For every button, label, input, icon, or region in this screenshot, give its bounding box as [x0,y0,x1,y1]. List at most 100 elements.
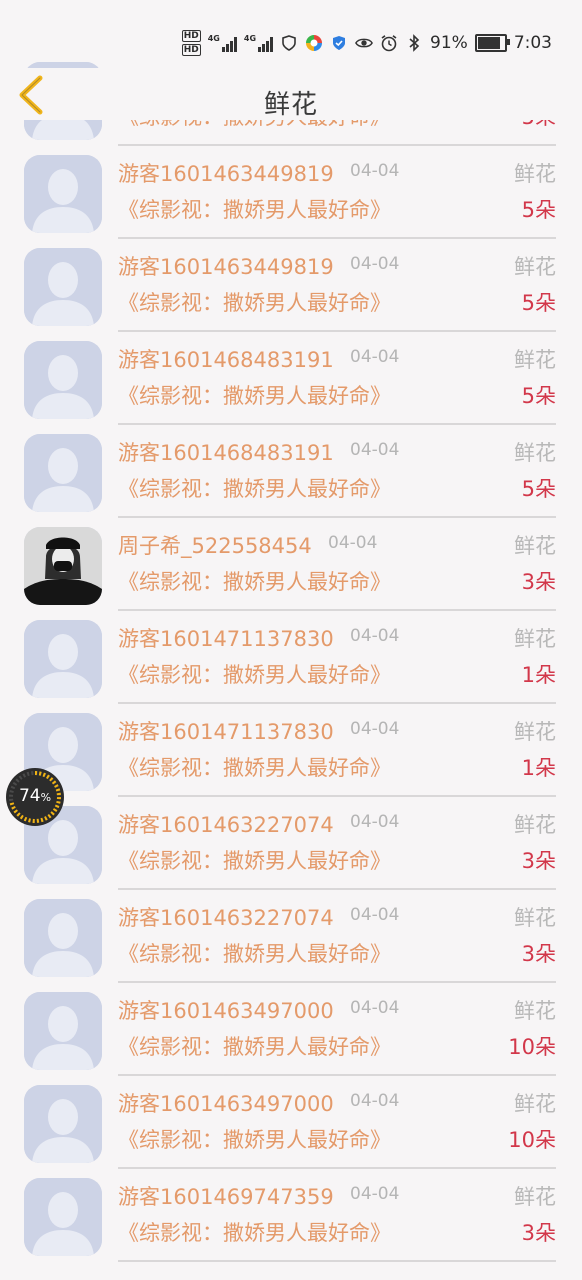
divider [118,1260,556,1262]
list-item[interactable]: 游客1601463227074 04-04 鲜花 《综影视：撒娇男人最好命》 3朵 [0,890,582,983]
gift-amount: 1朵 [521,756,556,780]
gift-type: 鲜花 [514,1092,556,1116]
book-title: 《综影视：撒娇男人最好命》 [118,198,391,222]
default-avatar-icon [24,341,102,419]
gift-amount: 5朵 [521,291,556,315]
battery-percent: 91% [430,33,468,53]
gift-type: 鲜花 [514,441,556,465]
progress-value: 74 [18,786,41,806]
username: 游客1601471137830 [118,627,334,651]
battery-icon [474,34,510,52]
gift-amount: 5朵 [521,477,556,501]
gift-type: 鲜花 [514,534,556,558]
record-date: 04-04 [328,533,378,553]
floating-progress-widget[interactable]: 74% [6,768,64,826]
username: 游客1601463227074 [118,813,334,837]
username: 游客1601463449819 [118,162,334,186]
book-title: 《综影视：撒娇男人最好命》 [118,1128,391,1152]
avatar[interactable] [24,155,102,233]
gift-amount: 10朵 [508,1128,556,1152]
network-type-2: 4G [243,34,257,43]
record-date: 04-04 [350,347,400,367]
list-item[interactable]: 游客1601463497000 04-04 鲜花 《综影视：撒娇男人最好命》 10朵 [0,983,582,1076]
record-date: 04-04 [350,1184,400,1204]
avatar[interactable] [24,434,102,512]
username: 游客1601469747359 [118,1185,334,1209]
default-avatar-icon [24,620,102,698]
avatar[interactable] [24,341,102,419]
username: 游客1601468483191 [118,441,334,465]
avatar[interactable] [24,899,102,977]
avatar[interactable] [24,1178,102,1256]
record-date: 04-04 [350,998,400,1018]
book-title: 《综影视：撒娇男人最好命》 [118,663,391,687]
clock: 7:03 [513,33,552,53]
user-photo-avatar [24,527,102,605]
alarm-icon [380,34,398,52]
record-date: 04-04 [350,440,400,460]
default-avatar-icon [24,1178,102,1256]
avatar[interactable] [24,527,102,605]
list-item[interactable]: 游客1601469747359 04-04 鲜花《综影视：撒娇男人最好命》 3朵 [0,1169,582,1262]
list-item[interactable]: 游客1601463497000 04-04 鲜花《综影视：撒娇男人最好命》 10朵 [0,1076,582,1169]
default-avatar-icon [24,434,102,512]
record-date: 04-04 [350,1091,400,1111]
gift-amount: 5朵 [521,198,556,222]
signal-icon-2: 4G [243,34,274,52]
list-item[interactable]: 游客1601471137830 04-04 鲜花 《综影视：撒娇男人最好命》 1朵 [0,704,582,797]
list-item[interactable]: 游客1601463449819 04-04 鲜花 《综影视：撒娇男人最好命》 5朵 [0,239,582,332]
gift-type: 鲜花 [514,720,556,744]
default-avatar-icon [24,992,102,1070]
default-avatar-icon [24,248,102,326]
book-title: 《综影视：撒娇男人最好命》 [118,942,391,966]
list-item[interactable]: 周子希_522558454 04-04 鲜花《综影视：撒娇男人最好命》 3朵 [0,518,582,611]
hd-1: HD [181,30,201,42]
gift-type: 鲜花 [514,906,556,930]
eye-icon [355,34,373,52]
bluetooth-icon [405,34,423,52]
gift-amount: 3朵 [521,942,556,966]
book-title: 《综影视：撒娇男人最好命》 [118,291,391,315]
nav-header: 鲜花 [0,68,582,120]
progress-unit: % [40,791,52,804]
book-title: 《综影视：撒娇男人最好命》 [118,1035,391,1059]
list-item[interactable]: 游客1601468483191 04-04 鲜花 《综影视：撒娇男人最好命》 5朵 [0,332,582,425]
default-avatar-icon [24,155,102,233]
record-date: 04-04 [350,161,400,181]
gift-amount: 3朵 [521,570,556,594]
list-item[interactable]: 游客1601468483191 04-04 鲜花《综影视：撒娇男人最好命》 5朵 [0,425,582,518]
network-type-1: 4G [207,34,220,43]
book-title: 《综影视：撒娇男人最好命》 [118,384,391,408]
vpn-shield-icon [280,34,298,52]
username: 游客1601468483191 [118,348,334,372]
list-item[interactable]: 游客1601463227074 04-04 鲜花 《综影视：撒娇男人最好命》 3朵 [0,797,582,890]
avatar[interactable] [24,620,102,698]
gift-type: 鲜花 [514,627,556,651]
page-title: 鲜花 [263,90,318,120]
signal-icon-1: 4G [208,34,237,52]
username: 游客1601463497000 [118,999,334,1023]
gift-type: 鲜花 [514,255,556,279]
default-avatar-icon [24,1085,102,1163]
book-title: 《综影视：撒娇男人最好命》 [118,477,391,501]
list-item[interactable]: 游客1601463449819 04-04 鲜花 《综影视：撒娇男人最好命》 5朵 [0,146,582,239]
gift-amount: 10朵 [508,1035,556,1059]
username: 游客1601463497000 [118,1092,334,1116]
book-title: 《综影视：撒娇男人最好命》 [118,1221,391,1245]
record-date: 04-04 [350,812,400,832]
app-notification-icon [305,34,323,52]
gift-type: 鲜花 [514,1185,556,1209]
gift-amount: 3朵 [521,1221,556,1245]
record-date: 04-04 [350,626,400,646]
book-title: 《综影视：撒娇男人最好命》 [118,570,391,594]
avatar[interactable] [24,1085,102,1163]
list-item[interactable]: 游客1601471137830 04-04 鲜花 《综影视：撒娇男人最好命》 1朵 [0,611,582,704]
progress-label: 74% [6,786,64,806]
avatar[interactable] [24,992,102,1070]
book-title: 《综影视：撒娇男人最好命》 [118,756,391,780]
username: 游客1601463449819 [118,255,334,279]
avatar[interactable] [24,248,102,326]
username: 游客1601471137830 [118,720,334,744]
username: 游客1601463227074 [118,906,334,930]
username: 周子希_522558454 [118,534,312,558]
